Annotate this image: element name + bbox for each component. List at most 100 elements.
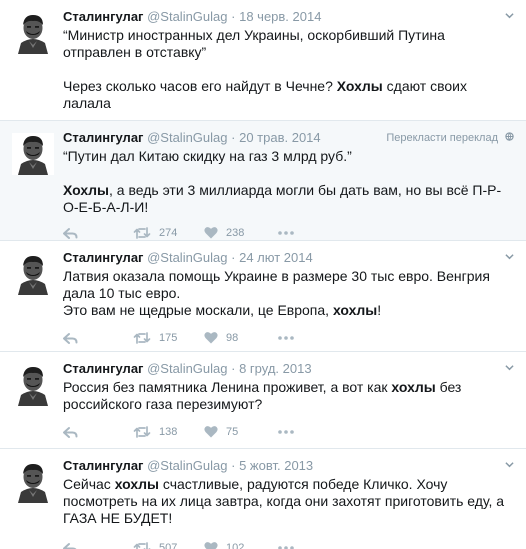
tweet-actions: 274 238 (63, 226, 516, 239)
more-button[interactable] (278, 230, 294, 235)
tweet-card[interactable]: Сталингулаг @StalinGulag · 18 черв. 2014… (0, 0, 526, 121)
separator-dot: · (231, 361, 236, 376)
tweet-actions: 507 102 (63, 541, 516, 549)
timestamp[interactable]: 18 черв. 2014 (239, 9, 321, 24)
text-bold: хохлы (332, 302, 378, 318)
more-button[interactable] (278, 545, 294, 549)
heart-icon (204, 542, 218, 549)
tweet-header: Сталингулаг @StalinGulag · 8 груд. 2013 (63, 360, 516, 378)
reply-button[interactable] (63, 542, 133, 549)
separator-dot: · (231, 130, 236, 145)
more-dots-icon (278, 335, 294, 340)
text-bold: хохлы (391, 379, 436, 395)
display-name[interactable]: Сталингулаг (63, 250, 143, 265)
like-button[interactable]: 75 (204, 425, 278, 438)
tweet-header: Сталингулаг @StalinGulag · 18 черв. 2014 (63, 8, 516, 26)
retweet-button[interactable]: 274 (133, 227, 204, 239)
more-button[interactable] (278, 429, 294, 434)
avatar[interactable] (12, 12, 54, 54)
handle[interactable]: @StalinGulag (147, 361, 227, 376)
tweet-header: Сталингулаг @StalinGulag · 24 лют 2014 (63, 249, 516, 267)
heart-icon (204, 227, 218, 239)
display-name[interactable]: Сталингулаг (63, 130, 143, 145)
tweet-card[interactable]: Сталингулаг @StalinGulag · 5 жовт. 2013 … (0, 449, 526, 549)
more-dots-icon (278, 429, 294, 434)
chevron-down-icon[interactable] (505, 363, 514, 372)
text-bold: Хохлы (63, 182, 109, 198)
like-count: 102 (226, 541, 245, 549)
timestamp[interactable]: 24 лют 2014 (239, 250, 313, 265)
tweet-text: Россия без памятника Ленина проживет, а … (63, 379, 516, 413)
display-name[interactable]: Сталингулаг (63, 361, 143, 376)
tweet-text: Латвия оказала помощь Украине в размере … (63, 268, 516, 319)
display-name[interactable]: Сталингулаг (63, 9, 143, 24)
retweet-icon (133, 226, 151, 239)
tweet-actions: 138 75 (63, 425, 516, 438)
avatar[interactable] (12, 133, 54, 175)
reply-icon (63, 426, 78, 438)
text-part: “Путин дал Китаю скидку на газ 3 млрд ру… (63, 148, 352, 164)
like-button[interactable]: 238 (204, 226, 278, 239)
handle[interactable]: @StalinGulag (147, 9, 227, 24)
retweet-button[interactable]: 507 (133, 542, 204, 549)
tweet-text: “Путин дал Китаю скидку на газ 3 млрд ру… (63, 148, 516, 216)
tweet-feed: Сталингулаг @StalinGulag · 18 черв. 2014… (0, 0, 526, 549)
text-part: Латвия оказала помощь Украине в размере … (63, 268, 490, 318)
tweet-card[interactable]: Сталингулаг @StalinGulag · 20 трав. 2014… (0, 121, 526, 241)
avatar[interactable] (12, 253, 54, 295)
chevron-down-icon[interactable] (505, 11, 514, 20)
like-count: 98 (226, 331, 239, 344)
like-button[interactable]: 98 (204, 331, 278, 344)
text-part: Россия без памятника Ленина проживет, а … (63, 379, 392, 395)
more-button[interactable] (278, 335, 294, 340)
tweet-text: Сейчас хохлы счастливые, радуются победе… (63, 476, 516, 527)
like-count: 75 (226, 425, 239, 438)
timestamp[interactable]: 5 жовт. 2013 (239, 458, 313, 473)
retweet-button[interactable]: 138 (133, 426, 204, 438)
tweet-header: Сталингулаг @StalinGulag · 20 трав. 2014… (63, 129, 516, 147)
reply-icon (63, 227, 78, 239)
avatar[interactable] (12, 364, 54, 406)
text-part: , а ведь эти 3 миллиарда могли бы дать в… (63, 182, 502, 215)
avatar[interactable] (12, 461, 54, 503)
retweet-icon (133, 331, 151, 344)
separator-dot: · (231, 458, 236, 473)
like-count: 238 (226, 226, 245, 239)
tweet-card[interactable]: Сталингулаг @StalinGulag · 24 лют 2014 Л… (0, 241, 526, 352)
reply-button[interactable] (63, 426, 133, 438)
retweet-count: 274 (159, 226, 178, 239)
timestamp[interactable]: 20 трав. 2014 (239, 130, 321, 145)
like-button[interactable]: 102 (204, 541, 278, 549)
text-part: ! (377, 302, 382, 318)
translate-link[interactable]: Перекласти переклад (386, 129, 498, 147)
retweet-count: 138 (159, 425, 178, 438)
retweet-button[interactable]: 175 (133, 332, 204, 344)
reply-button[interactable] (63, 227, 133, 239)
handle[interactable]: @StalinGulag (147, 458, 227, 473)
retweet-count: 175 (159, 331, 178, 344)
separator-dot: · (231, 250, 236, 265)
heart-icon (204, 426, 218, 438)
handle[interactable]: @StalinGulag (147, 250, 227, 265)
timestamp[interactable]: 8 груд. 2013 (239, 361, 311, 376)
chevron-down-icon[interactable] (505, 252, 514, 261)
tweet-actions: 175 98 (63, 331, 516, 344)
separator-dot: · (231, 9, 236, 24)
more-dots-icon (278, 230, 294, 235)
retweet-icon (133, 425, 151, 438)
reply-button[interactable] (63, 332, 133, 344)
tweet-text: “Министр иностранных дел Украины, оскорб… (63, 27, 516, 112)
globe-icon[interactable] (505, 132, 514, 141)
reply-icon (63, 332, 78, 344)
handle[interactable]: @StalinGulag (147, 130, 227, 145)
reply-icon (63, 542, 77, 549)
chevron-down-icon[interactable] (505, 460, 514, 469)
text-bold: хохлы (114, 476, 159, 492)
heart-icon (204, 332, 218, 344)
retweet-count: 507 (159, 541, 178, 549)
more-dots-icon (278, 545, 294, 549)
text-bold: Хохлы (336, 78, 383, 94)
tweet-card[interactable]: Сталингулаг @StalinGulag · 8 груд. 2013 … (0, 352, 526, 449)
display-name[interactable]: Сталингулаг (63, 458, 143, 473)
retweet-icon (133, 541, 151, 549)
